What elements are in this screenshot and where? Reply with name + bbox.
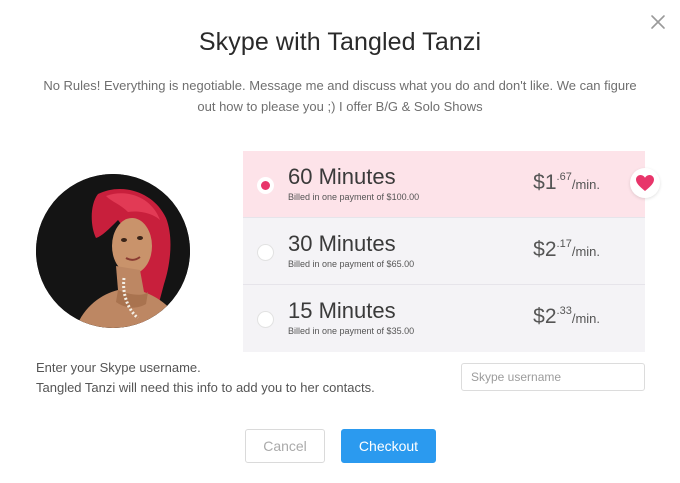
duration-options: 60 Minutes Billed in one payment of $100… xyxy=(243,151,645,352)
price-dollar: $2 xyxy=(533,238,557,261)
option-60-minutes[interactable]: 60 Minutes Billed in one payment of $100… xyxy=(243,151,645,218)
radio-selected[interactable] xyxy=(257,177,274,194)
price-cents: .33 xyxy=(556,305,572,317)
option-price: $2.17/min. xyxy=(533,238,600,262)
option-30-minutes[interactable]: 30 Minutes Billed in one payment of $65.… xyxy=(243,218,645,285)
option-title: 30 Minutes xyxy=(288,231,396,256)
price-unit: /min. xyxy=(571,244,600,259)
skype-instruction-line2: Tangled Tanzi will need this info to add… xyxy=(36,380,375,395)
option-billing: Billed in one payment of $100.00 xyxy=(288,192,420,202)
option-price: $1.67/min. xyxy=(533,171,600,195)
radio-unselected[interactable] xyxy=(257,311,274,328)
heart-icon xyxy=(636,175,654,191)
option-billing: Billed in one payment of $35.00 xyxy=(288,326,415,336)
dialog-title: Skype with Tangled Tanzi xyxy=(198,28,482,56)
cancel-button[interactable]: Cancel xyxy=(245,429,325,463)
radio-unselected[interactable] xyxy=(257,244,274,261)
skype-instruction-line1: Enter your Skype username. xyxy=(36,360,201,375)
option-title: 60 Minutes xyxy=(288,164,396,189)
option-title: 15 Minutes xyxy=(288,298,396,323)
skype-instructions: Enter your Skype username. Tangled Tanzi… xyxy=(36,358,375,398)
avatar xyxy=(36,174,190,328)
price-unit: /min. xyxy=(571,177,600,192)
favorite-button[interactable] xyxy=(630,168,660,198)
price-dollar: $2 xyxy=(533,305,557,328)
option-15-minutes[interactable]: 15 Minutes Billed in one payment of $35.… xyxy=(243,285,645,352)
price-cents: .67 xyxy=(556,171,572,183)
option-price: $2.33/min. xyxy=(533,305,600,329)
skype-username-input[interactable] xyxy=(461,363,645,391)
option-billing: Billed in one payment of $65.00 xyxy=(288,259,415,269)
price-unit: /min. xyxy=(571,311,600,326)
price-cents: .17 xyxy=(556,238,572,250)
checkout-button[interactable]: Checkout xyxy=(341,429,436,463)
price-dollar: $1 xyxy=(533,171,557,194)
dialog-description: No Rules! Everything is negotiable. Mess… xyxy=(43,78,637,114)
